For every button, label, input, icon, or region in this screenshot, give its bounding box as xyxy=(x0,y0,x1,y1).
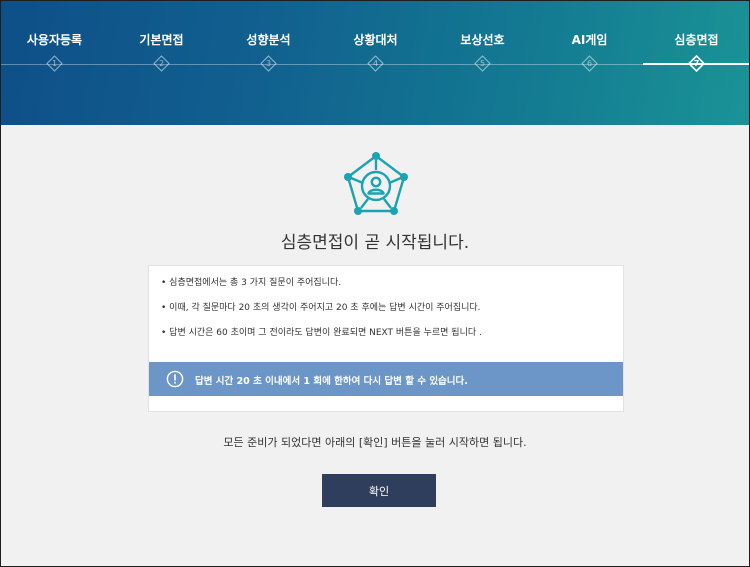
app-frame: 사용자등록 1 기본면접 2 성향분석 3 상황대처 4 보상선호 5 AI게임 6 심층면접 7 xyxy=(0,0,750,567)
confirm-button[interactable]: 확인 xyxy=(322,474,436,507)
diamond-step-icon: 2 xyxy=(153,55,170,72)
step-label: 보상선호 xyxy=(460,33,505,47)
network-person-icon xyxy=(340,150,412,222)
alert-icon xyxy=(166,370,184,388)
step-5: 보상선호 5 xyxy=(429,1,536,81)
instructions-card: • 심층면접에서는 총 3 가지 질문이 주어집니다. • 이때, 각 질문마다 … xyxy=(148,265,624,412)
rule-item: • 심층면접에서는 총 3 가지 질문이 주어집니다. xyxy=(161,278,342,288)
step-label: 심층면접 xyxy=(674,33,719,47)
main-content: 심층면접이 곧 시작됩니다. • 심층면접에서는 총 3 가지 질문이 주어집니… xyxy=(1,125,749,566)
step-4: 상황대처 4 xyxy=(322,1,429,81)
step-3: 성향분석 3 xyxy=(215,1,322,81)
step-1: 사용자등록 1 xyxy=(1,1,108,81)
step-label: 상황대처 xyxy=(353,33,398,47)
step-number: 4 xyxy=(372,59,379,68)
notice-text: 답변 시간 20 초 이내에서 1 회에 한하여 다시 답변 할 수 있습니다. xyxy=(195,376,468,387)
notice-banner: 답변 시간 20 초 이내에서 1 회에 한하여 다시 답변 할 수 있습니다. xyxy=(149,362,623,396)
diamond-step-icon: 5 xyxy=(474,55,491,72)
step-label: 기본면접 xyxy=(139,33,184,47)
step-7: 심층면접 7 xyxy=(643,1,749,81)
step-number: 7 xyxy=(693,59,700,68)
step-indicator: 사용자등록 1 기본면접 2 성향분석 3 상황대처 4 보상선호 5 AI게임 6 심층면접 7 xyxy=(1,1,749,125)
step-6: AI게임 6 xyxy=(536,1,643,81)
step-number: 6 xyxy=(586,59,593,68)
step-label: 사용자등록 xyxy=(26,33,83,47)
ready-text: 모든 준비가 되었다면 아래의 [확인] 버튼을 눌러 시작하면 됩니다. xyxy=(223,436,527,449)
diamond-step-icon: 7 xyxy=(688,55,705,72)
step-number: 5 xyxy=(479,59,486,68)
diamond-step-icon: 4 xyxy=(367,55,384,72)
diamond-step-icon: 6 xyxy=(581,55,598,72)
step-label: 성향분석 xyxy=(246,33,291,47)
diamond-step-icon: 3 xyxy=(260,55,277,72)
step-number: 2 xyxy=(158,59,165,68)
progress-header: 사용자등록 1 기본면접 2 성향분석 3 상황대처 4 보상선호 5 AI게임 6 심층면접 7 xyxy=(1,1,749,125)
step-number: 3 xyxy=(265,59,272,68)
step-2: 기본면접 2 xyxy=(108,1,215,81)
diamond-step-icon: 1 xyxy=(46,55,63,72)
rule-item: • 이때, 각 질문마다 20 초의 생각이 주어지고 20 초 후에는 답변 … xyxy=(161,303,481,313)
rules-list: • 심층면접에서는 총 3 가지 질문이 주어집니다. • 이때, 각 질문마다 … xyxy=(161,277,613,352)
page-title: 심층면접이 곧 시작됩니다. xyxy=(280,233,470,253)
step-label: AI게임 xyxy=(571,33,608,47)
step-number: 1 xyxy=(51,59,58,68)
rule-item: • 답변 시간은 60 초이며 그 전이라도 답변이 완료되면 NEXT 버튼을… xyxy=(161,328,482,338)
